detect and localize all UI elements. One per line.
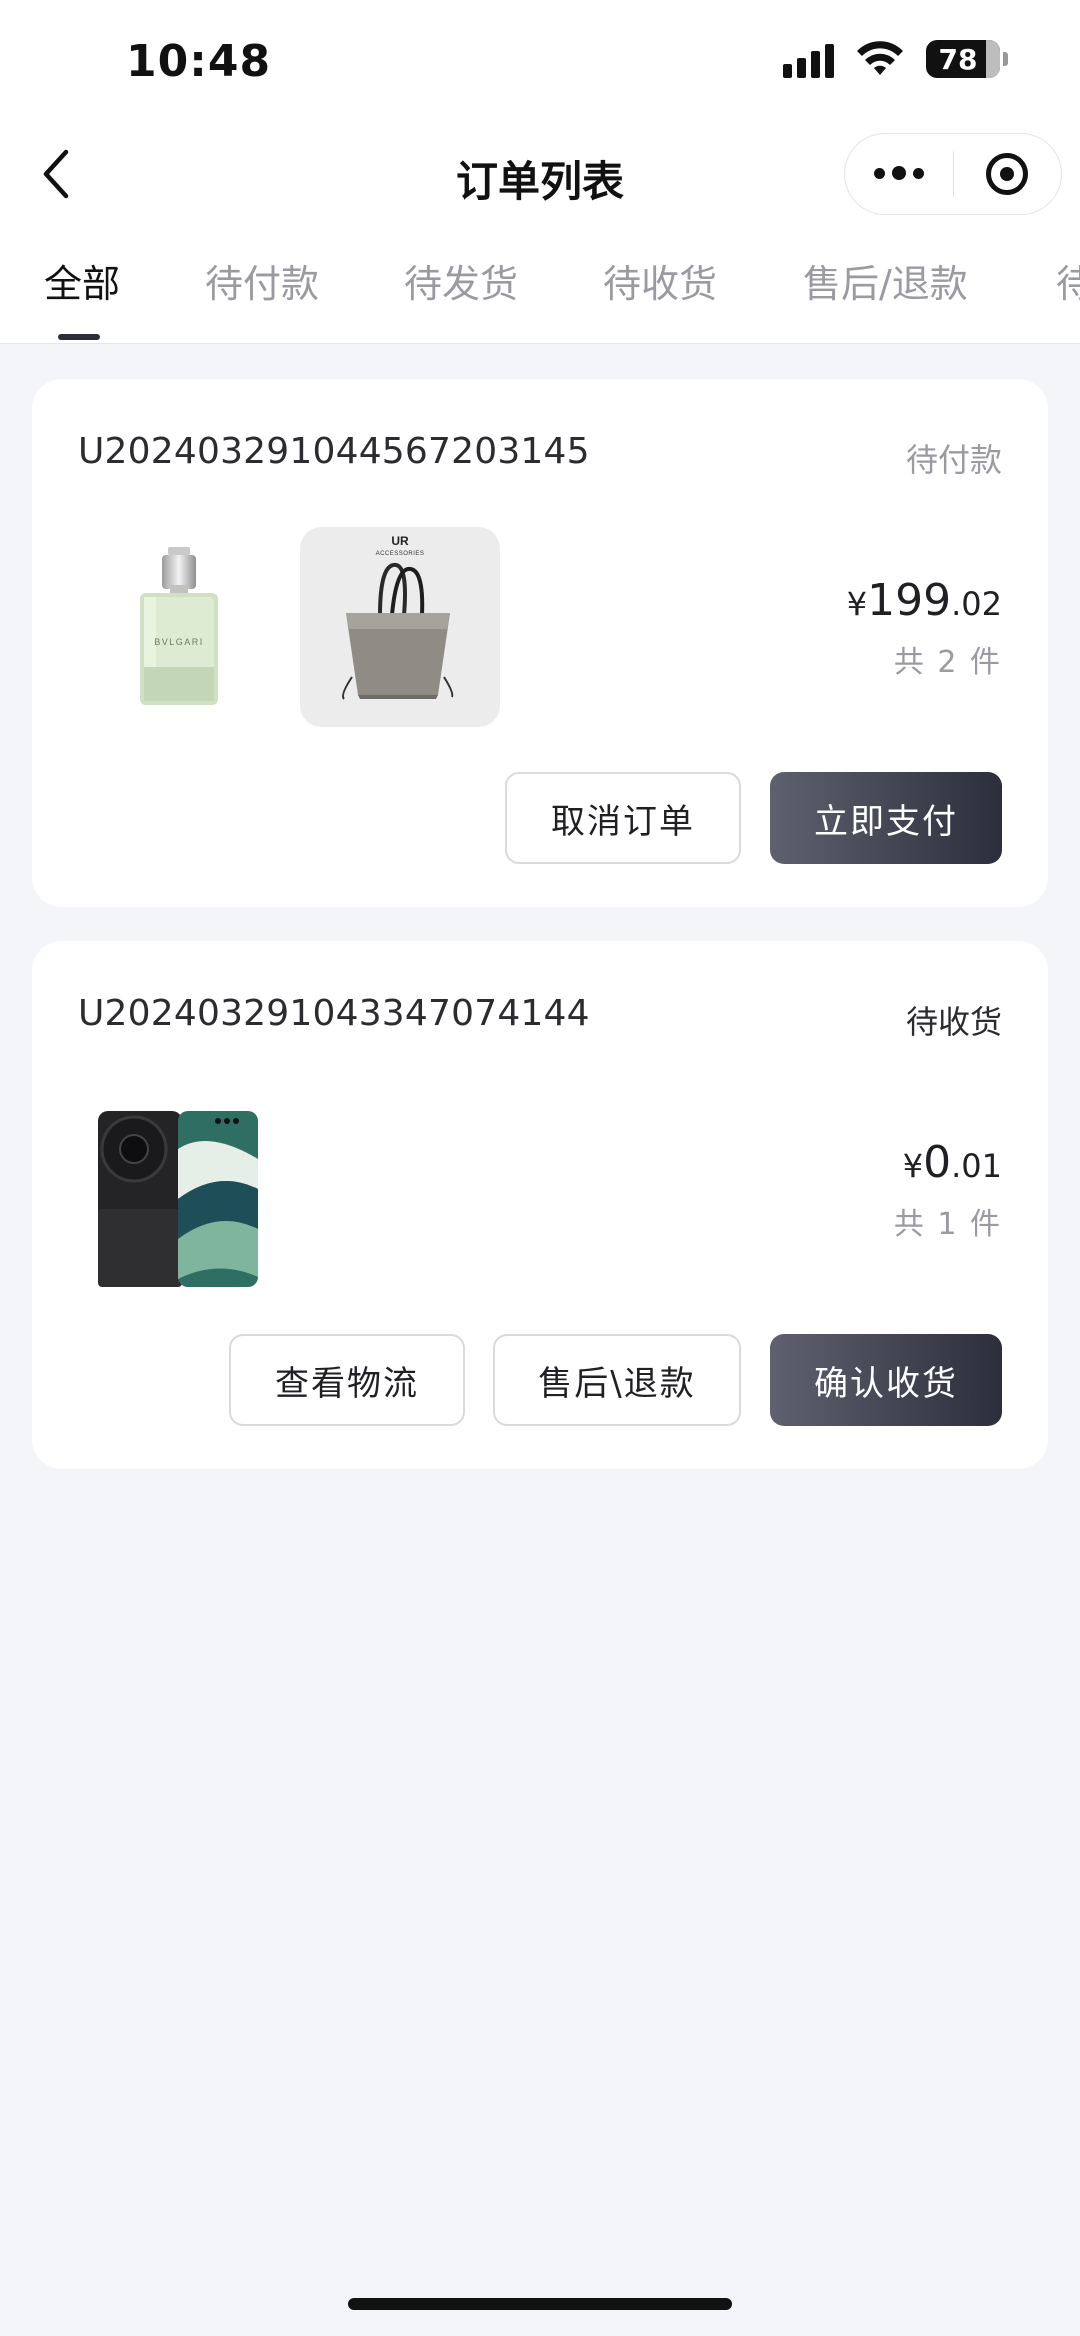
tab-all[interactable]: 全部: [44, 258, 120, 310]
tab-pending-shipment[interactable]: 待发货: [404, 258, 518, 310]
order-status: 待付款: [905, 441, 1002, 479]
price-decimal: .02: [951, 585, 1002, 623]
perfume-bottle-icon: BVLGARI: [78, 527, 278, 727]
order-card[interactable]: U202403291043347074144 待收货 ¥0.01 共 1 件 查…: [32, 941, 1048, 1469]
header-divider: [0, 343, 1080, 344]
cellular-signal-icon: [783, 40, 834, 78]
svg-text:BVLGARI: BVLGARI: [154, 637, 204, 647]
close-miniprogram-button[interactable]: [953, 133, 1061, 215]
product-image-tote-bag[interactable]: UR ACCESSORIES: [300, 527, 500, 727]
price-currency: ¥: [846, 585, 868, 623]
pay-now-button[interactable]: 立即支付: [770, 772, 1002, 864]
after-sales-refund-button[interactable]: 售后\退款: [493, 1334, 741, 1426]
header-area: 10:48 78 订单列表 全部 待付款 待发货 待收货 售后/退款 待: [0, 0, 1080, 344]
order-tabs: 全部 待付款 待发货 待收货 售后/退款 待: [0, 258, 1080, 344]
smartphone-icon: [78, 1089, 278, 1289]
cancel-order-button[interactable]: 取消订单: [505, 772, 741, 864]
view-logistics-button[interactable]: 查看物流: [229, 1334, 465, 1426]
mini-program-capsule: [844, 133, 1062, 215]
price-integer: 199: [867, 575, 952, 626]
order-status: 待收货: [905, 1003, 1002, 1041]
tote-bag-icon: UR ACCESSORIES: [300, 527, 500, 727]
battery-level: 78: [938, 42, 978, 76]
home-indicator[interactable]: [348, 2298, 732, 2310]
price-decimal: .01: [951, 1147, 1002, 1185]
tab-pending-receipt[interactable]: 待收货: [603, 258, 717, 310]
target-close-icon: [986, 153, 1029, 195]
product-image-smartphone[interactable]: [78, 1089, 278, 1289]
item-count: 共 2 件: [893, 645, 1002, 680]
order-price: ¥0.01: [903, 1137, 1002, 1188]
order-price: ¥199.02: [847, 575, 1002, 626]
wifi-icon: [857, 41, 903, 75]
active-tab-indicator: [58, 334, 100, 340]
svg-text:UR: UR: [391, 534, 409, 548]
more-button[interactable]: [845, 133, 953, 215]
order-number: U202403291043347074144: [78, 993, 590, 1034]
tab-after-sales[interactable]: 售后/退款: [803, 258, 968, 310]
price-integer: 0: [923, 1137, 952, 1188]
confirm-receipt-button[interactable]: 确认收货: [770, 1334, 1002, 1426]
more-dots-icon: [873, 166, 924, 181]
product-image-perfume[interactable]: BVLGARI: [78, 527, 278, 727]
order-number: U202403291044567203145: [78, 431, 590, 472]
svg-text:ACCESSORIES: ACCESSORIES: [376, 551, 425, 557]
battery-icon: 78: [926, 40, 1008, 78]
order-card[interactable]: U202403291044567203145 待付款 BVLGARI UR AC…: [32, 379, 1048, 907]
price-currency: ¥: [902, 1147, 924, 1185]
item-count: 共 1 件: [893, 1207, 1002, 1242]
tab-overflow[interactable]: 待: [1056, 258, 1080, 310]
status-icons: 78: [783, 40, 1008, 78]
tab-pending-payment[interactable]: 待付款: [205, 258, 319, 310]
status-time: 10:48: [126, 36, 272, 87]
